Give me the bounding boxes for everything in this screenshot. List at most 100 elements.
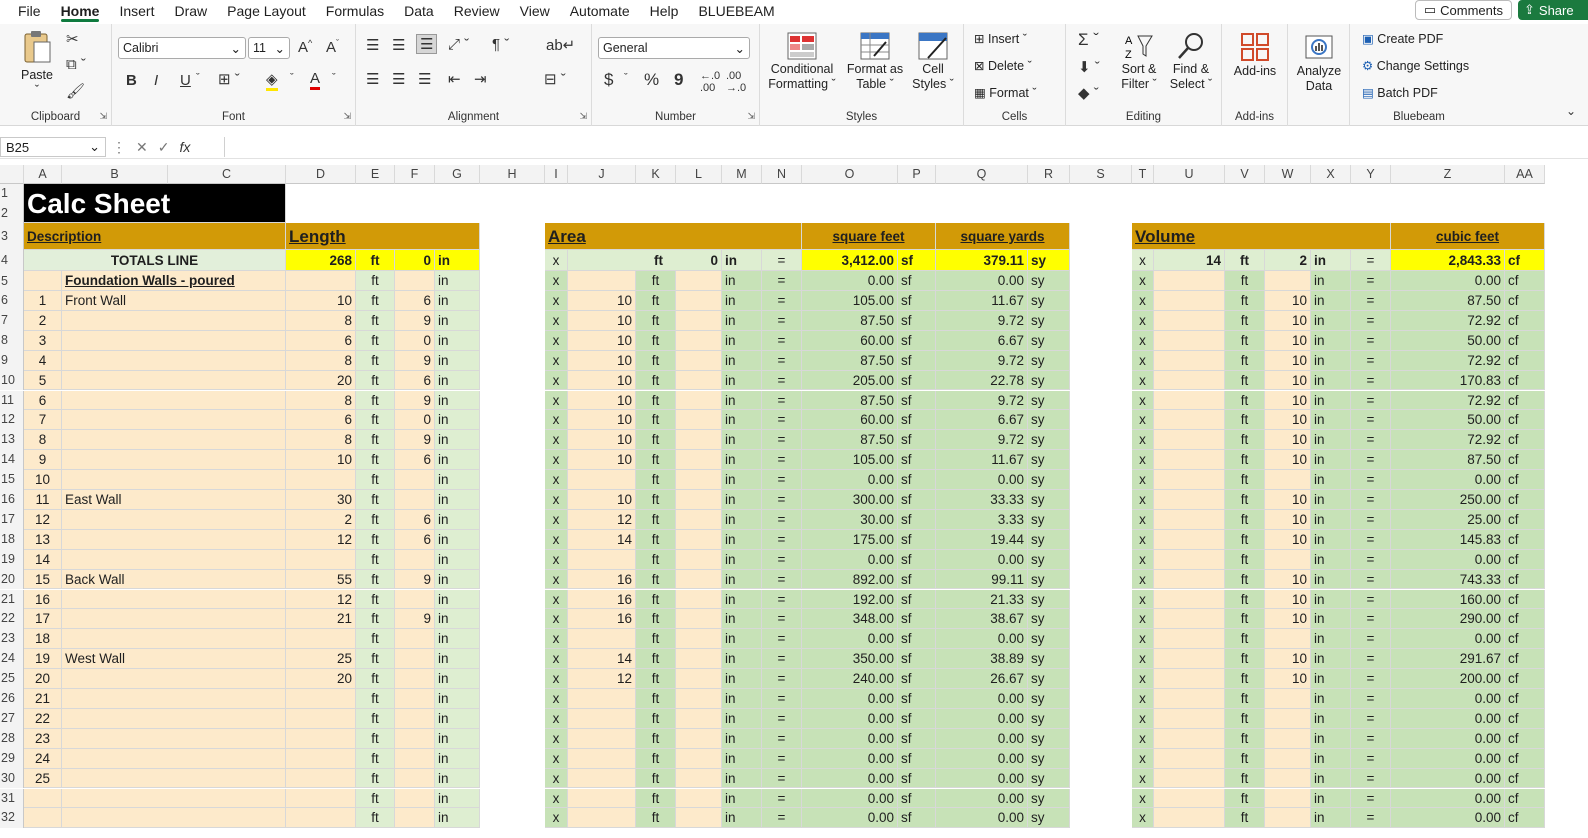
- area-sy[interactable]: 38.89: [936, 649, 1028, 670]
- area-sf[interactable]: 0.00: [802, 271, 898, 291]
- area-in[interactable]: [676, 728, 722, 749]
- area-sy[interactable]: 21.33: [936, 589, 1028, 610]
- row-description[interactable]: [62, 788, 286, 809]
- row-description[interactable]: [62, 529, 286, 550]
- unit-ft[interactable]: ft: [356, 509, 395, 530]
- unit-sf[interactable]: sf: [898, 330, 936, 351]
- volume-ft[interactable]: [1154, 470, 1225, 490]
- multiply-sign[interactable]: x: [545, 748, 568, 769]
- volume-cf[interactable]: 0.00: [1391, 728, 1505, 749]
- font-name-select[interactable]: Calibri ⌄: [118, 37, 246, 59]
- unit-in[interactable]: in: [435, 529, 480, 550]
- row-description[interactable]: [62, 310, 286, 331]
- row-number[interactable]: 2: [24, 310, 62, 331]
- unit-ft[interactable]: ft: [636, 788, 676, 809]
- column-header[interactable]: M: [722, 165, 762, 184]
- unit-cf[interactable]: cf: [1505, 450, 1545, 471]
- unit-cf[interactable]: cf: [1505, 470, 1545, 490]
- merge-center-icon[interactable]: ⊟ ˇ: [544, 70, 566, 88]
- multiply-sign[interactable]: x: [545, 291, 568, 311]
- unit-sy[interactable]: sy: [1028, 450, 1070, 471]
- unit-ft[interactable]: ft: [1225, 271, 1265, 291]
- name-box[interactable]: B25 ⌄: [0, 137, 106, 157]
- unit-cf[interactable]: cf: [1505, 430, 1545, 451]
- unit-ft[interactable]: ft: [1225, 768, 1265, 789]
- row-number[interactable]: 25: [24, 768, 62, 789]
- equals-sign[interactable]: =: [1351, 768, 1391, 789]
- row-header[interactable]: 12: [0, 410, 24, 431]
- equals-sign[interactable]: =: [762, 430, 802, 451]
- equals-sign[interactable]: =: [762, 310, 802, 331]
- length-in[interactable]: [395, 768, 435, 789]
- row-header[interactable]: 6: [0, 291, 24, 311]
- area-in[interactable]: [676, 370, 722, 391]
- column-header[interactable]: T: [1132, 165, 1154, 184]
- area-ft[interactable]: [568, 689, 636, 709]
- row-number[interactable]: 9: [24, 450, 62, 471]
- volume-ft[interactable]: [1154, 450, 1225, 471]
- row-header[interactable]: 32: [0, 808, 24, 829]
- volume-cf[interactable]: 145.83: [1391, 529, 1505, 550]
- volume-in[interactable]: 10: [1265, 450, 1311, 471]
- length-ft[interactable]: [286, 808, 356, 829]
- launcher-icon[interactable]: ⇲: [579, 111, 587, 122]
- unit-cf[interactable]: cf: [1505, 748, 1545, 769]
- unit-cf[interactable]: cf: [1505, 629, 1545, 650]
- area-sy[interactable]: 0.00: [936, 728, 1028, 749]
- area-sf[interactable]: 0.00: [802, 728, 898, 749]
- menu-data[interactable]: Data: [404, 3, 434, 19]
- unit-ft[interactable]: ft: [356, 748, 395, 769]
- row-description[interactable]: [62, 768, 286, 789]
- multiply-sign[interactable]: x: [1132, 768, 1154, 789]
- area-sy[interactable]: 99.11: [936, 569, 1028, 590]
- length-ft[interactable]: 12: [286, 529, 356, 550]
- area-in[interactable]: [676, 649, 722, 670]
- totals-sy[interactable]: 379.11: [936, 250, 1028, 271]
- unit-ft[interactable]: ft: [1225, 450, 1265, 471]
- autosum-icon[interactable]: Σ ˇ: [1078, 30, 1099, 50]
- area-sf[interactable]: 105.00: [802, 450, 898, 471]
- unit-in[interactable]: in: [722, 649, 762, 670]
- area-in[interactable]: [676, 410, 722, 431]
- row-header[interactable]: 29: [0, 748, 24, 769]
- unit-ft[interactable]: ft: [356, 788, 395, 809]
- multiply-sign[interactable]: x: [1132, 370, 1154, 391]
- area-sf[interactable]: 60.00: [802, 410, 898, 431]
- totals-area-in[interactable]: 0: [676, 250, 722, 271]
- volume-in[interactable]: [1265, 549, 1311, 570]
- area-sf[interactable]: 0.00: [802, 708, 898, 729]
- unit-cf[interactable]: cf: [1505, 271, 1545, 291]
- unit-in[interactable]: in: [435, 310, 480, 331]
- unit-in[interactable]: in: [1311, 291, 1351, 311]
- volume-in[interactable]: 10: [1265, 649, 1311, 670]
- area-in[interactable]: [676, 271, 722, 291]
- unit-cf[interactable]: cf: [1505, 768, 1545, 789]
- totals-length-ft[interactable]: 268: [286, 250, 356, 271]
- unit-sf[interactable]: sf: [898, 768, 936, 789]
- unit-in[interactable]: in: [722, 768, 762, 789]
- unit-in[interactable]: in: [1311, 430, 1351, 451]
- row-header[interactable]: 8: [0, 330, 24, 351]
- area-sf[interactable]: 0.00: [802, 768, 898, 789]
- bold-button[interactable]: B: [126, 72, 137, 89]
- chevron-down-icon[interactable]: ˇ: [290, 72, 294, 84]
- row-number[interactable]: 10: [24, 470, 62, 490]
- unit-ft[interactable]: ft: [356, 390, 395, 411]
- menu-help[interactable]: Help: [650, 3, 679, 19]
- equals-sign[interactable]: =: [1351, 589, 1391, 610]
- unit-ft[interactable]: ft: [636, 291, 676, 311]
- area-in[interactable]: [676, 768, 722, 789]
- volume-cf[interactable]: 160.00: [1391, 589, 1505, 610]
- length-ft[interactable]: 8: [286, 430, 356, 451]
- row-description[interactable]: [62, 629, 286, 650]
- volume-cf[interactable]: 0.00: [1391, 549, 1505, 570]
- length-in[interactable]: [395, 669, 435, 689]
- volume-cf[interactable]: 170.83: [1391, 370, 1505, 391]
- length-in[interactable]: [395, 788, 435, 809]
- copy-icon[interactable]: ⧉ ˇ: [66, 56, 86, 73]
- function-icon[interactable]: fx: [179, 139, 190, 155]
- length-ft[interactable]: [286, 748, 356, 769]
- unit-sf[interactable]: sf: [898, 689, 936, 709]
- unit-sy[interactable]: sy: [1028, 250, 1070, 271]
- indent-rtl-icon[interactable]: ¶ ˇ: [492, 36, 509, 53]
